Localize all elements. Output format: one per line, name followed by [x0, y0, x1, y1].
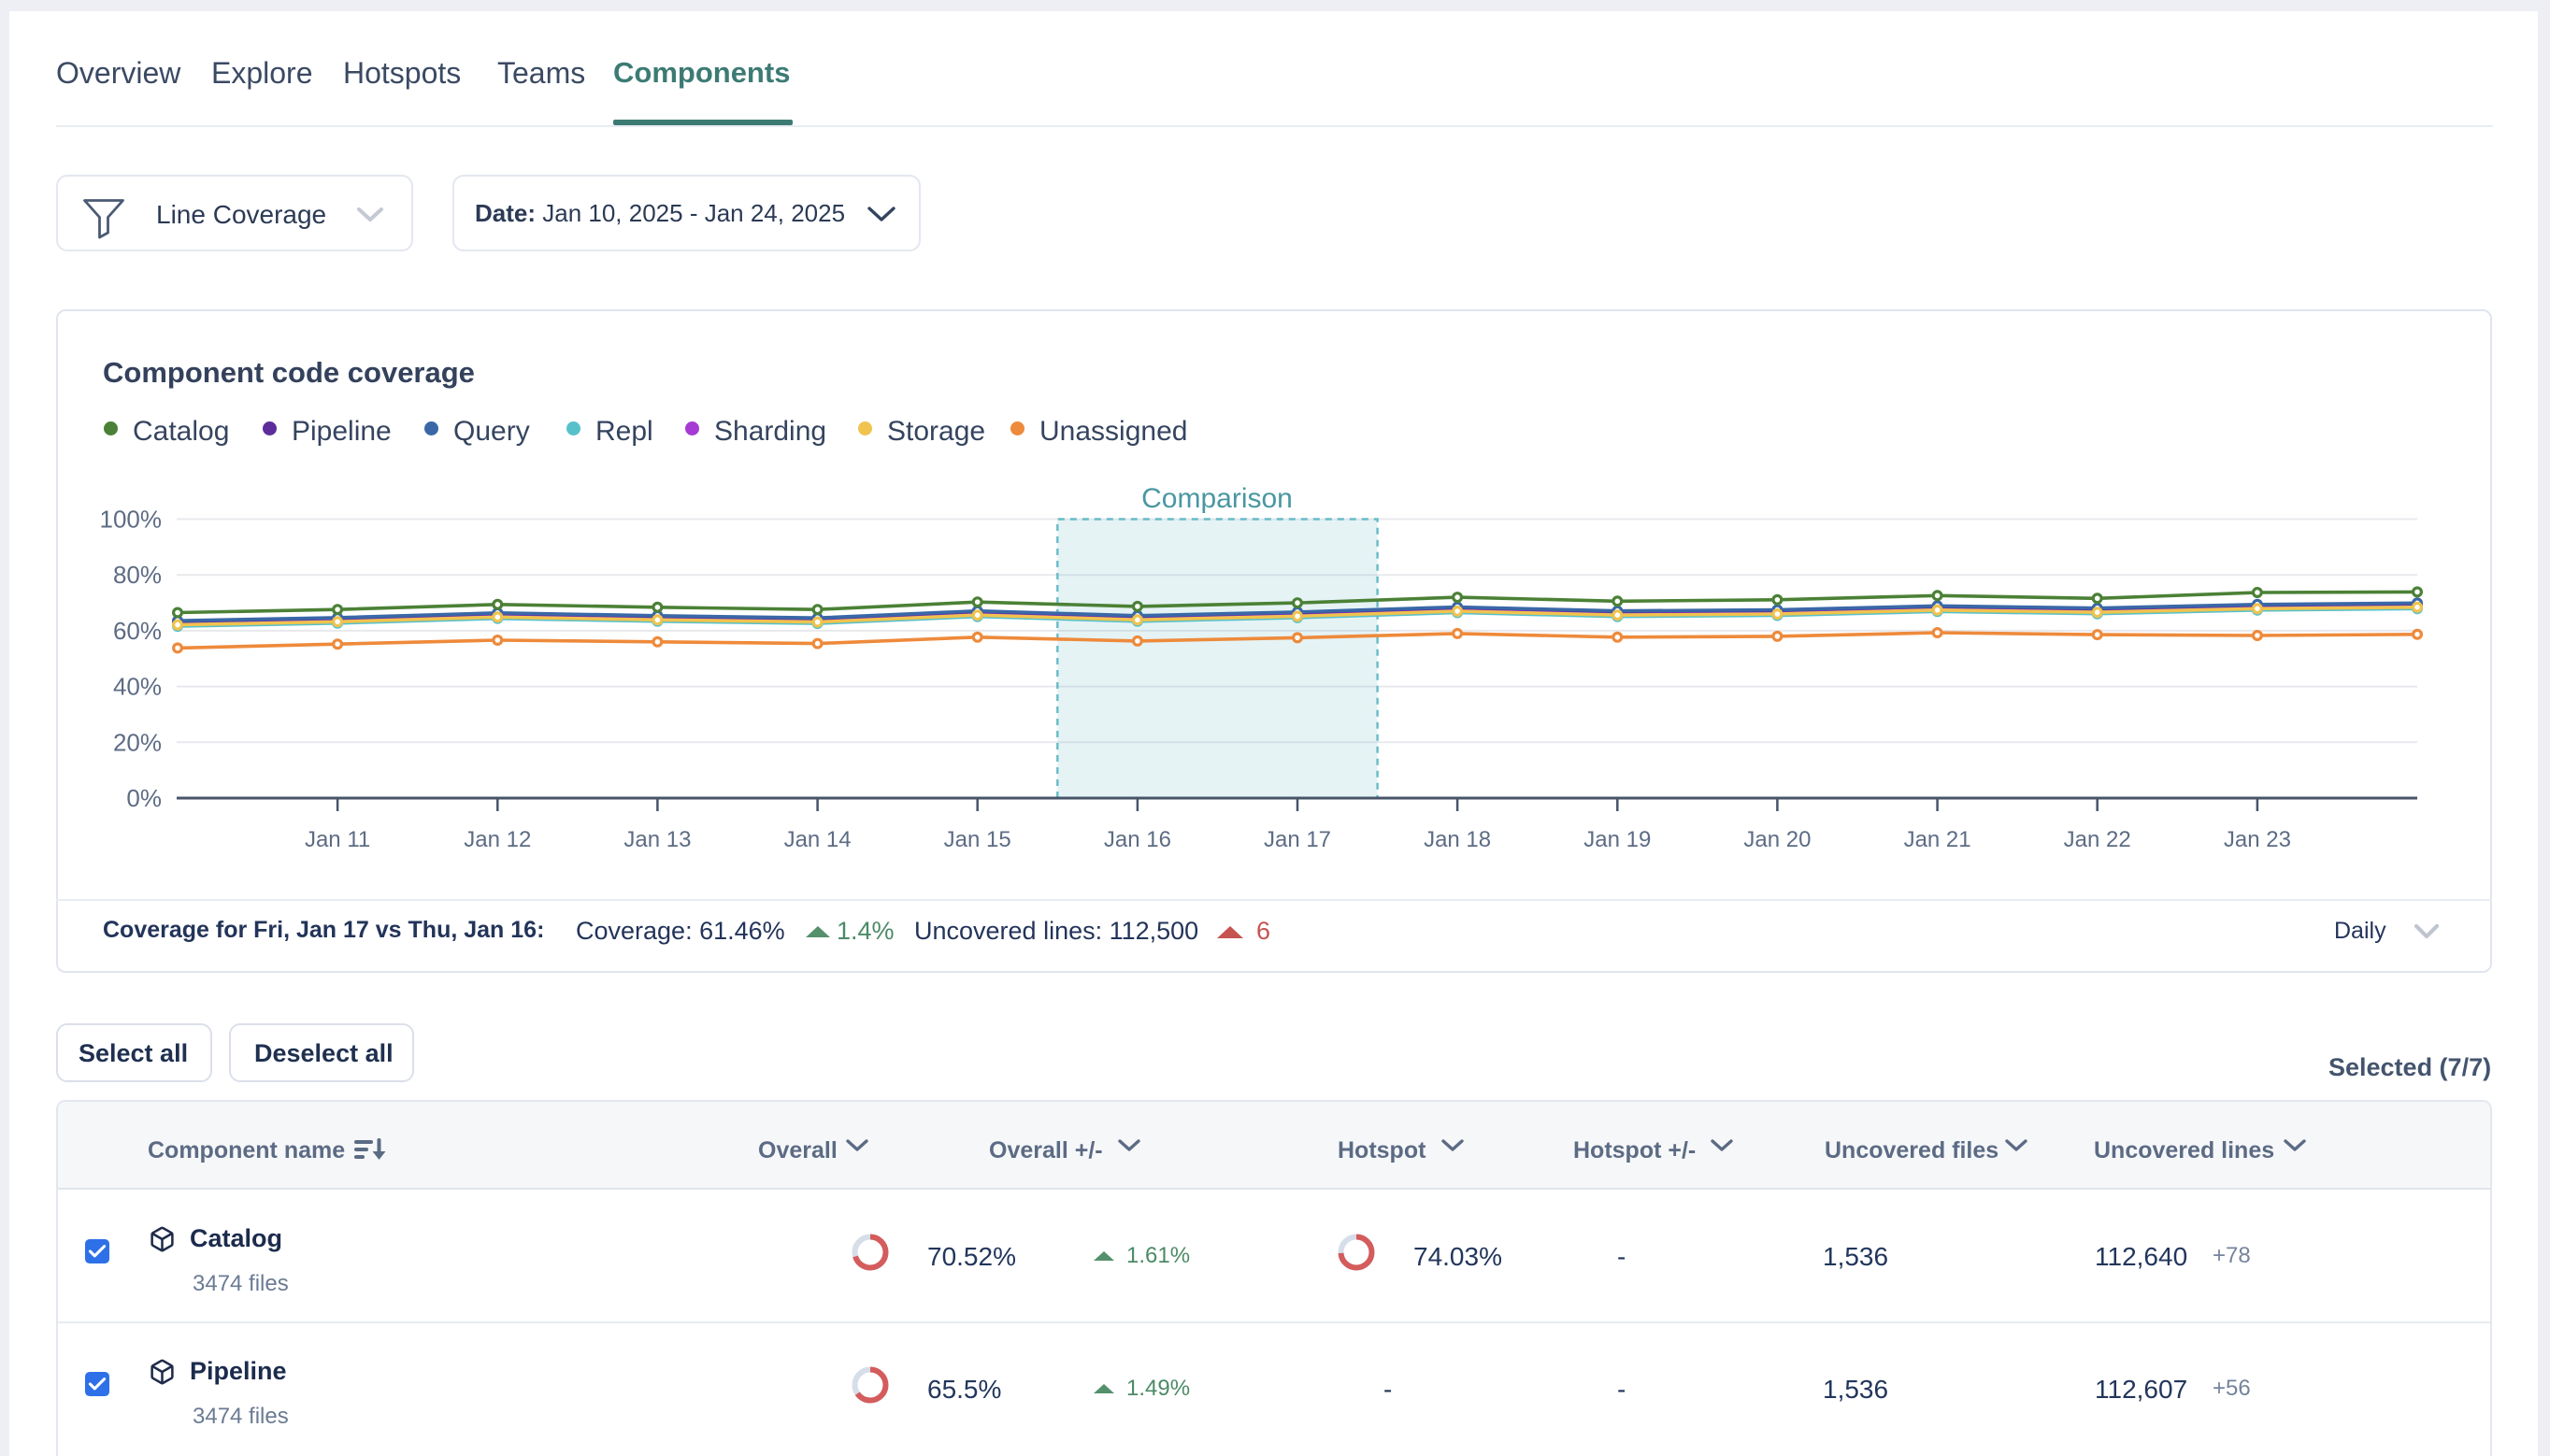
svg-text:Jan 11: Jan 11 [305, 827, 370, 852]
svg-text:60%: 60% [113, 617, 162, 645]
svg-text:Jan 14: Jan 14 [784, 827, 852, 852]
svg-text:Jan 18: Jan 18 [1424, 827, 1491, 852]
svg-text:Jan 19: Jan 19 [1583, 827, 1651, 852]
svg-text:Jan 17: Jan 17 [1264, 827, 1331, 852]
svg-text:Jan 23: Jan 23 [2224, 827, 2291, 852]
svg-text:80%: 80% [113, 561, 162, 589]
svg-text:Jan 20: Jan 20 [1743, 827, 1811, 852]
svg-text:Jan 21: Jan 21 [1904, 827, 1971, 852]
svg-text:Jan 15: Jan 15 [944, 827, 1011, 852]
svg-text:40%: 40% [113, 673, 162, 701]
svg-text:Jan 12: Jan 12 [464, 827, 531, 852]
svg-text:Jan 16: Jan 16 [1104, 827, 1171, 852]
svg-text:0%: 0% [126, 784, 162, 812]
svg-text:Jan 22: Jan 22 [2064, 827, 2131, 852]
svg-text:Jan 13: Jan 13 [623, 827, 691, 852]
svg-text:100%: 100% [100, 506, 163, 534]
svg-text:Comparison: Comparison [1141, 483, 1293, 514]
svg-text:20%: 20% [113, 728, 162, 756]
